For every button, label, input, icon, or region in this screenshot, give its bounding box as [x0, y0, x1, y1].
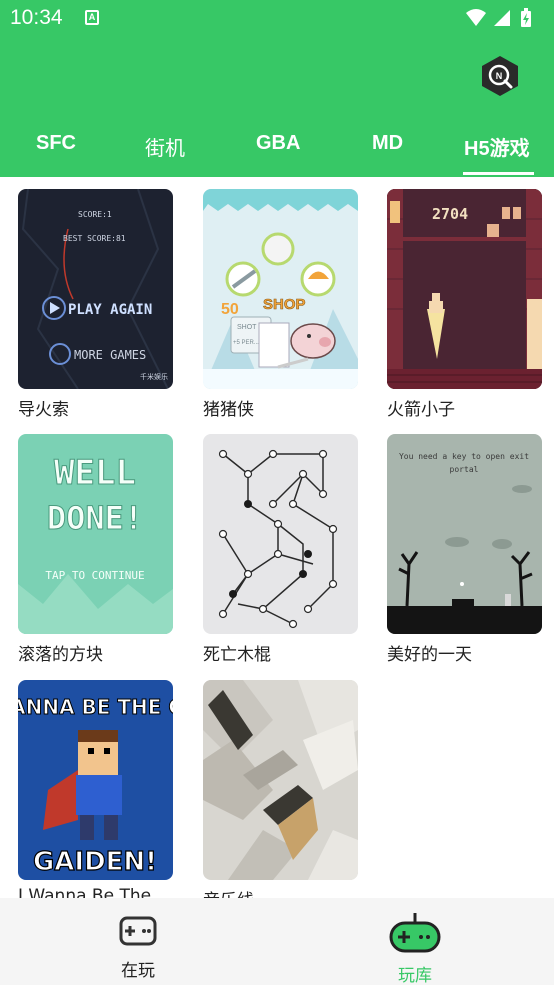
- game-title: 火箭小子: [387, 400, 455, 420]
- game-thumbnail[interactable]: SCORE:1 BEST SCORE:81 PLAY AGAIN MORE GA…: [18, 189, 173, 389]
- wifi-icon: [466, 9, 486, 26]
- status-icons: [466, 8, 531, 27]
- gamepad-library-icon: [389, 913, 441, 953]
- game-thumbnail[interactable]: 2704: [387, 189, 542, 389]
- game-thumbnail[interactable]: WANNA BE THE GU GAIDEN!: [18, 680, 173, 880]
- tab-arcade[interactable]: 街机: [145, 132, 185, 161]
- game-thumbnail[interactable]: [203, 434, 358, 634]
- bottom-navigation: 在玩 玩库: [0, 898, 554, 985]
- status-time: 10:34: [10, 6, 63, 29]
- category-tabs: SFC 街机 GBA MD H5游戏: [0, 120, 554, 177]
- svg-text:WELL: WELL: [54, 453, 136, 493]
- svg-text:WANNA BE THE GU: WANNA BE THE GU: [18, 695, 173, 719]
- svg-text:+5 PER...: +5 PER...: [233, 340, 259, 346]
- svg-text:千米娱乐: 千米娱乐: [140, 372, 168, 381]
- nav-library-label: 玩库: [398, 966, 432, 985]
- tab-indicator: [463, 172, 534, 175]
- svg-text:SCORE:1: SCORE:1: [78, 210, 112, 219]
- app-header: 10:34 A N SFC 街机 GBA MD H5游戏: [0, 0, 554, 177]
- signal-icon: [494, 10, 510, 26]
- game-title: 猪猪侠: [203, 400, 254, 420]
- status-bar: 10:34 A: [0, 0, 554, 38]
- game-thumbnail[interactable]: [203, 680, 358, 880]
- search-button[interactable]: N: [479, 55, 521, 97]
- svg-text:portal: portal: [450, 465, 479, 474]
- game-thumbnail[interactable]: 50 SHOP SHOT +5 PER...: [203, 189, 358, 389]
- svg-text:TAP TO CONTINUE: TAP TO CONTINUE: [45, 569, 144, 582]
- svg-text:2704: 2704: [432, 205, 468, 223]
- svg-text:SHOP: SHOP: [263, 296, 306, 313]
- notification-icon: A: [85, 10, 99, 25]
- tab-sfc[interactable]: SFC: [36, 132, 76, 155]
- game-title: 美好的一天: [387, 645, 472, 665]
- svg-text:You need a key to open exit: You need a key to open exit: [399, 452, 529, 461]
- gamepad-icon: [119, 916, 157, 946]
- nav-playing[interactable]: 在玩: [78, 898, 198, 985]
- tab-h5[interactable]: H5游戏: [464, 132, 530, 161]
- svg-text:GAIDEN!: GAIDEN!: [33, 847, 157, 877]
- svg-text:50: 50: [221, 301, 239, 318]
- svg-text:N: N: [496, 71, 503, 81]
- svg-text:SHOT: SHOT: [237, 324, 257, 331]
- game-title: 滚落的方块: [18, 645, 103, 665]
- svg-text:DONE!: DONE!: [47, 499, 143, 537]
- game-title: 死亡木棍: [203, 645, 271, 665]
- nav-library[interactable]: 玩库: [355, 898, 475, 985]
- tab-md[interactable]: MD: [372, 132, 403, 155]
- search-icon: N: [482, 56, 518, 96]
- tab-gba[interactable]: GBA: [256, 132, 300, 155]
- nav-playing-label: 在玩: [121, 961, 155, 981]
- battery-charging-icon: [521, 8, 531, 27]
- svg-text:MORE GAMES: MORE GAMES: [74, 348, 146, 362]
- svg-text:BEST SCORE:81: BEST SCORE:81: [63, 234, 126, 243]
- svg-text:PLAY AGAIN: PLAY AGAIN: [68, 302, 152, 318]
- game-title: 导火索: [18, 400, 69, 420]
- game-thumbnail[interactable]: WELL DONE! TAP TO CONTINUE: [18, 434, 173, 634]
- game-thumbnail[interactable]: You need a key to open exit portal: [387, 434, 542, 634]
